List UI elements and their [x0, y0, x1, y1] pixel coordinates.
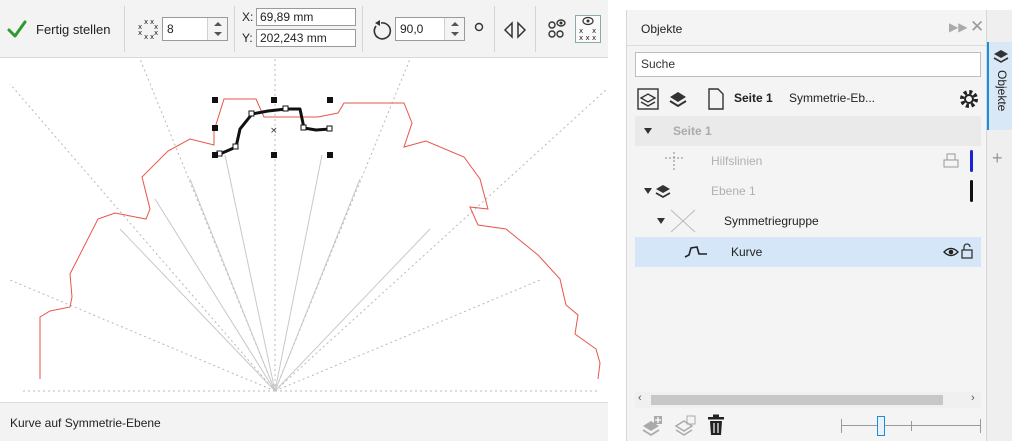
docker-header: Objekte ▶▶ ✕	[627, 10, 987, 46]
objects-docker: Objekte ▶▶ ✕ Suche Seite 1 Symmetrie-Eb.…	[626, 10, 987, 441]
symmetry-outline	[39, 98, 601, 380]
separator	[494, 6, 495, 52]
collapse-docker-icon[interactable]: ▶▶	[949, 20, 967, 34]
tree-row-curve[interactable]: Kurve	[635, 237, 981, 267]
angle-spinner[interactable]	[444, 18, 464, 40]
property-bar: Fertig stellen xx xx xx xx 8 X: 69,89 mm…	[0, 0, 608, 58]
status-bar: Kurve auf Symmetrie-Ebene	[0, 402, 608, 441]
mirror-icon[interactable]	[503, 20, 527, 40]
tab-objects[interactable]: Objekte	[987, 42, 1012, 130]
layer-color-bar	[970, 180, 973, 202]
checkmark-icon	[7, 20, 27, 38]
rotation-angle-input[interactable]: 90,0	[395, 17, 465, 41]
guides-label: Hilfslinien	[711, 154, 763, 168]
finish-label: Fertig stellen	[36, 21, 111, 37]
tree-row-page[interactable]: Seite 1	[635, 116, 981, 146]
drawing-canvas[interactable]: ×	[0, 59, 608, 397]
layers-icon[interactable]	[668, 89, 688, 109]
tree-row-guides[interactable]: Hilfslinien	[635, 146, 981, 176]
finish-button[interactable]: Fertig stellen	[6, 14, 110, 44]
scroll-thumb[interactable]	[651, 395, 943, 405]
canvas-drawing[interactable]: ×	[0, 59, 608, 397]
separator	[234, 6, 235, 52]
expand-arrow-icon[interactable]	[657, 218, 665, 224]
y-position-input[interactable]: 202,243 mm	[256, 29, 356, 47]
y-label: Y:	[242, 31, 253, 45]
symmetry-count-value: 8	[167, 22, 174, 36]
group-label: Symmetriegruppe	[724, 214, 819, 228]
svg-text:x: x	[586, 34, 590, 42]
tree-row-group[interactable]: Symmetriegruppe	[635, 206, 981, 236]
x-label: X:	[242, 10, 254, 24]
docker-toolbar: Seite 1 Symmetrie-Eb...	[627, 82, 987, 116]
x-position-input[interactable]: 69,89 mm	[256, 8, 356, 26]
docker-bottom-toolbar	[627, 410, 987, 441]
layers-stack-icon[interactable]	[637, 88, 659, 110]
layer-icon	[655, 185, 671, 199]
tree-row-layer[interactable]: Ebene 1	[635, 176, 981, 206]
symmetry-group-icon	[670, 209, 696, 233]
svg-text:x: x	[150, 33, 154, 41]
edit-symmetry-icon[interactable]	[545, 17, 569, 41]
rotate-icon	[373, 20, 392, 40]
trash-icon[interactable]	[707, 414, 725, 436]
separator	[362, 6, 363, 52]
objects-tab-icon	[993, 50, 1009, 63]
curve-label: Kurve	[731, 245, 763, 259]
lock-open-icon[interactable]	[961, 243, 973, 259]
status-text: Kurve auf Symmetrie-Ebene	[10, 416, 161, 430]
docker-title: Objekte	[641, 22, 683, 36]
degree-icon	[474, 22, 484, 32]
search-input[interactable]: Suche	[635, 52, 981, 77]
rotation-angle-value: 90,0	[400, 22, 424, 36]
zoom-slider-thumb[interactable]	[877, 416, 885, 436]
current-page-label: Seite 1	[734, 91, 773, 105]
symmetry-guides	[9, 59, 608, 392]
curve-icon	[684, 246, 707, 258]
x-position-row: X: 69,89 mm	[242, 8, 356, 26]
symmetry-lines-icon: xx xx xx xx	[138, 18, 158, 41]
layer-label: Ebene 1	[711, 184, 756, 198]
print-icon[interactable]	[943, 153, 959, 169]
svg-text:x: x	[154, 29, 158, 37]
separator	[124, 6, 125, 52]
scroll-right-icon[interactable]: ›	[971, 392, 975, 404]
zoom-slider[interactable]	[841, 416, 981, 436]
new-master-layer-icon[interactable]	[674, 415, 696, 437]
symmetry-mode-button[interactable]: xx xxx	[575, 15, 601, 43]
new-layer-icon[interactable]	[641, 415, 663, 437]
eye-icon[interactable]	[943, 246, 959, 258]
symmetry-count-input[interactable]: 8	[162, 17, 228, 41]
expand-arrow-icon[interactable]	[644, 188, 652, 194]
settings-gear-icon[interactable]	[957, 87, 981, 111]
svg-text:x: x	[144, 33, 148, 41]
scroll-left-icon[interactable]: ‹	[638, 392, 642, 404]
y-position-row: Y: 202,243 mm	[242, 29, 356, 47]
count-spinner[interactable]	[207, 18, 227, 40]
svg-text:x: x	[579, 34, 583, 42]
expand-arrow-icon[interactable]	[644, 128, 652, 134]
svg-text:x: x	[138, 29, 142, 37]
svg-text:x: x	[144, 18, 148, 26]
separator	[535, 6, 536, 52]
current-layer-label: Symmetrie-Eb...	[789, 91, 876, 105]
page-icon[interactable]	[707, 88, 725, 110]
objects-tab-label: Objekte	[995, 70, 1009, 112]
guidelines-icon	[665, 152, 683, 170]
symmetry-view-icon: xx xxx	[579, 16, 596, 42]
page-node-label: Seite 1	[673, 124, 712, 138]
close-docker-icon[interactable]: ✕	[970, 17, 984, 37]
add-tab-icon[interactable]: +	[992, 148, 1003, 169]
guides-color-bar	[970, 150, 973, 172]
docker-tab-strip: Objekte +	[986, 10, 1012, 441]
svg-text:x: x	[592, 34, 596, 42]
horizontal-scrollbar[interactable]: ‹ ›	[635, 392, 981, 408]
svg-text:×: ×	[270, 126, 278, 136]
